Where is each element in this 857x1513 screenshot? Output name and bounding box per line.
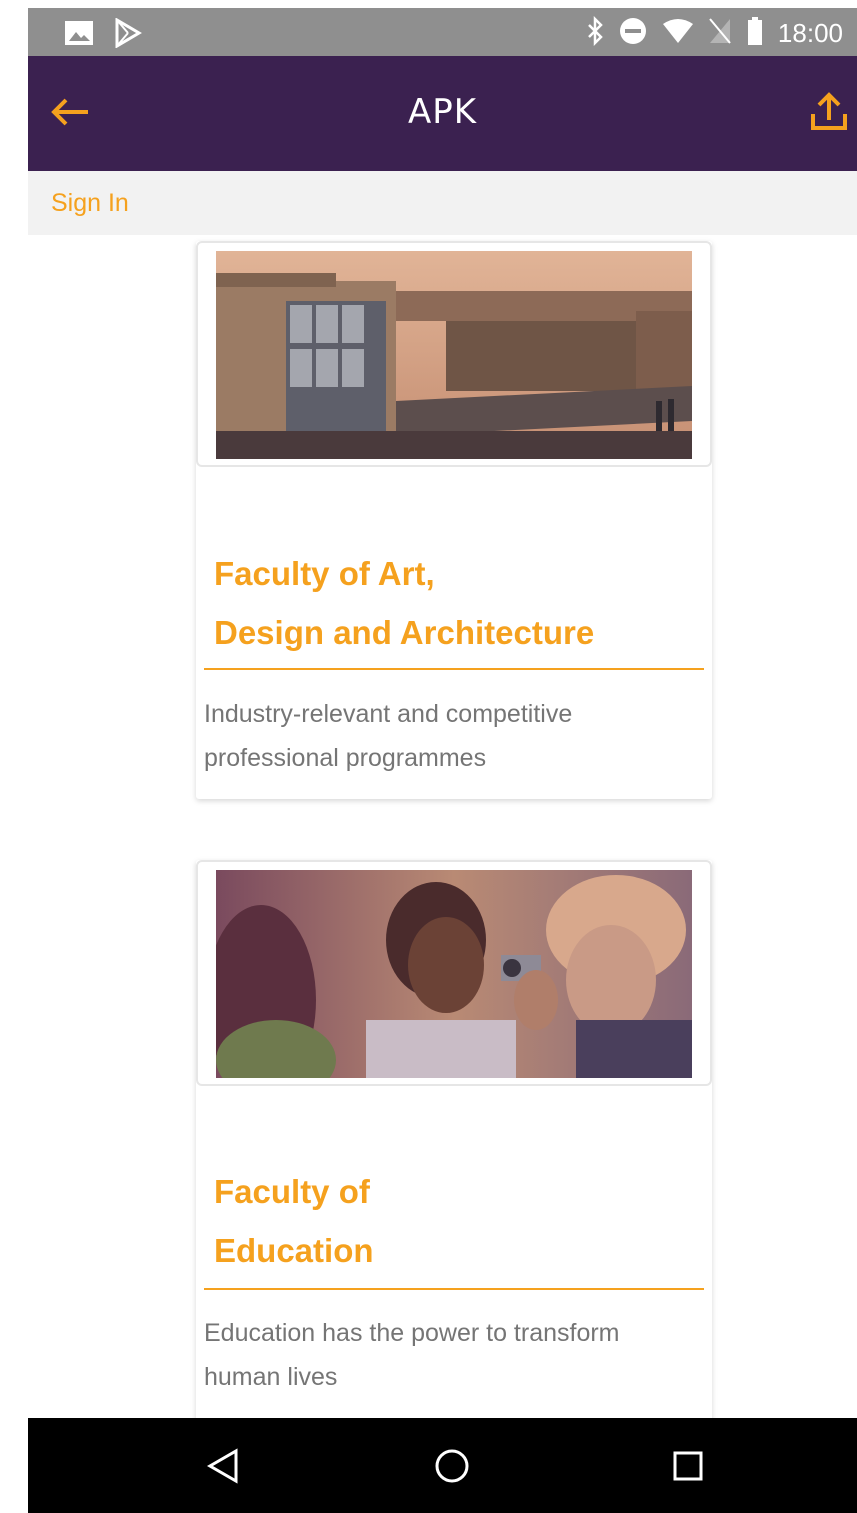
card-title-line1: Faculty of	[214, 1173, 370, 1210]
system-nav-bar	[28, 1418, 857, 1513]
card-image-frame	[196, 241, 712, 467]
nav-back-button[interactable]	[204, 1446, 250, 1492]
back-triangle-icon	[204, 1448, 244, 1490]
card-image-frame	[196, 860, 712, 1086]
card-title-line2: Education	[214, 1232, 374, 1269]
title-divider	[204, 668, 704, 670]
students-photo	[216, 870, 692, 1078]
do-not-disturb-icon	[618, 16, 648, 51]
share-upload-icon	[807, 92, 851, 138]
bluetooth-icon	[586, 15, 604, 51]
play-store-icon	[114, 17, 142, 53]
card-title-line1: Faculty of Art,	[214, 555, 435, 592]
home-circle-icon	[432, 1449, 472, 1490]
sign-in-link[interactable]: Sign In	[51, 189, 129, 218]
card-title-line2: Design and Architecture	[214, 614, 595, 651]
clock-time: 18:00	[777, 18, 843, 48]
app-bar: APK	[28, 56, 857, 171]
nav-home-button[interactable]	[432, 1446, 478, 1492]
faculty-card-education[interactable]: Faculty of Education Education has the p…	[196, 860, 712, 1430]
image-icon	[64, 19, 94, 52]
no-sim-icon	[708, 17, 732, 50]
card-title: Faculty of Education	[214, 1162, 694, 1280]
recents-square-icon	[668, 1451, 708, 1490]
card-title: Faculty of Art, Design and Architecture	[214, 544, 694, 662]
app-screen: 18:00 APK Sign In Faculty of Art, Design…	[28, 8, 857, 1513]
card-description: Industry-relevant and competitive profes…	[204, 700, 573, 772]
title-divider	[204, 1288, 704, 1290]
page-title: APK	[407, 92, 478, 132]
faculty-card-art-design[interactable]: Faculty of Art, Design and Architecture …	[196, 241, 712, 799]
status-bar: 18:00	[28, 8, 857, 56]
battery-icon	[746, 16, 764, 51]
wifi-icon	[662, 18, 694, 49]
signin-bar: Sign In	[28, 171, 857, 235]
card-description: Education has the power to transform hum…	[204, 1319, 620, 1391]
nav-recents-button[interactable]	[668, 1446, 714, 1492]
share-button[interactable]	[807, 90, 857, 136]
campus-building-photo	[216, 251, 692, 459]
